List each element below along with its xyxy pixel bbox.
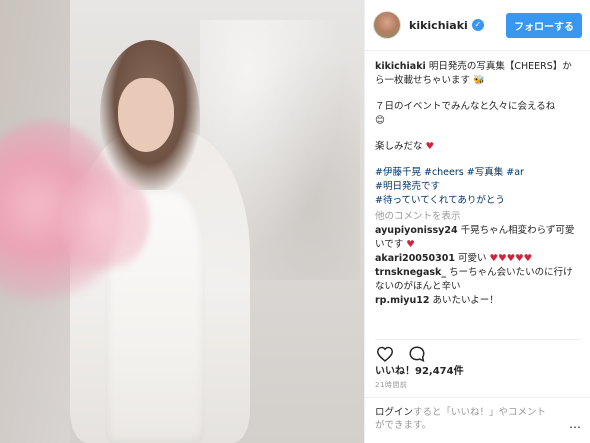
post-actions <box>375 339 580 363</box>
login-link[interactable]: ログイン <box>375 407 413 418</box>
post-header: kikichiaki ✓ フォローする <box>365 0 590 51</box>
caption-username[interactable]: kikichiaki <box>375 61 426 72</box>
follow-button[interactable]: フォローする <box>506 12 582 38</box>
comment-username[interactable]: trnsknegask_ <box>375 267 446 278</box>
comment-text: 可愛い <box>458 253 487 264</box>
photo-flower-2 <box>60 165 150 275</box>
comments-list: kikichiaki 明日発売の写真集【CHEERS】か ら一枚載せちゃいます … <box>375 60 580 338</box>
post-timestamp: 21時間前 <box>375 381 408 389</box>
verified-badge-icon: ✓ <box>471 19 484 31</box>
caption: kikichiaki 明日発売の写真集【CHEERS】か <box>375 60 580 74</box>
login-prompt-end: ができます。 <box>375 420 432 431</box>
login-prompt: ログインすると「いいね！」やコメント ができます。 <box>365 397 590 440</box>
post-photo[interactable] <box>0 0 364 443</box>
caption-line-4: 楽しみだな <box>375 141 423 152</box>
caption-line-2-row: ら一枚載せちゃいます 🐝 <box>375 74 580 88</box>
comment-username[interactable]: akari20050301 <box>375 253 455 264</box>
comment: ayupiyonissy24 千晃ちゃん相変わらず可愛いです ♥ <box>375 224 580 252</box>
likes-count[interactable]: いいね！92,474件 <box>375 362 464 377</box>
comment: trnsknegask_ ちーちゃん会いたいのに行けないのがほんと辛い <box>375 266 580 294</box>
hashtags-2[interactable]: #明日発売です <box>375 180 580 194</box>
caption-line-2: ら一枚載せちゃいます <box>375 75 471 86</box>
comment-bubble-icon[interactable] <box>407 345 427 363</box>
hashtags-1[interactable]: #伊藤千晃 #cheers #写真集 #ar <box>375 166 580 180</box>
photo-face <box>118 78 174 152</box>
like-heart-icon[interactable] <box>375 345 395 363</box>
heart-emoji-icon: ♥ <box>425 141 435 152</box>
caption-line-3: ７日のイベントでみんなと久々に会えるね <box>375 101 556 112</box>
caption-line-4-row: 楽しみだな ♥ <box>375 140 580 154</box>
more-comments-link[interactable]: 他のコメントを表示 <box>375 210 580 224</box>
comment-text: あいたいよー！ <box>432 295 499 306</box>
hearts-emoji-icon: ♥♥♥♥♥ <box>489 253 533 264</box>
comment-username[interactable]: rp.miyu12 <box>375 295 429 306</box>
comment: rp.miyu12 あいたいよー！ <box>375 294 580 308</box>
avatar[interactable] <box>373 11 401 39</box>
login-prompt-middle: すると「いいね！」やコメント <box>413 407 547 418</box>
comment-username[interactable]: ayupiyonissy24 <box>375 225 458 236</box>
post-sidebar: kikichiaki ✓ フォローする kikichiaki 明日発売の写真集【… <box>364 0 590 443</box>
bee-emoji-icon: 🐝 <box>473 75 485 86</box>
hashtags-3[interactable]: #待っていてくれてありがとう <box>375 194 580 208</box>
post-username[interactable]: kikichiaki <box>409 19 468 32</box>
smile-emoji-icon: 😊 <box>375 115 385 126</box>
heart-emoji-icon: ♥ <box>406 239 415 250</box>
comment: akari20050301 可愛い ♥♥♥♥♥ <box>375 252 580 266</box>
caption-line-1: 明日発売の写真集【CHEERS】か <box>428 61 572 72</box>
more-options-icon[interactable]: … <box>569 417 582 431</box>
